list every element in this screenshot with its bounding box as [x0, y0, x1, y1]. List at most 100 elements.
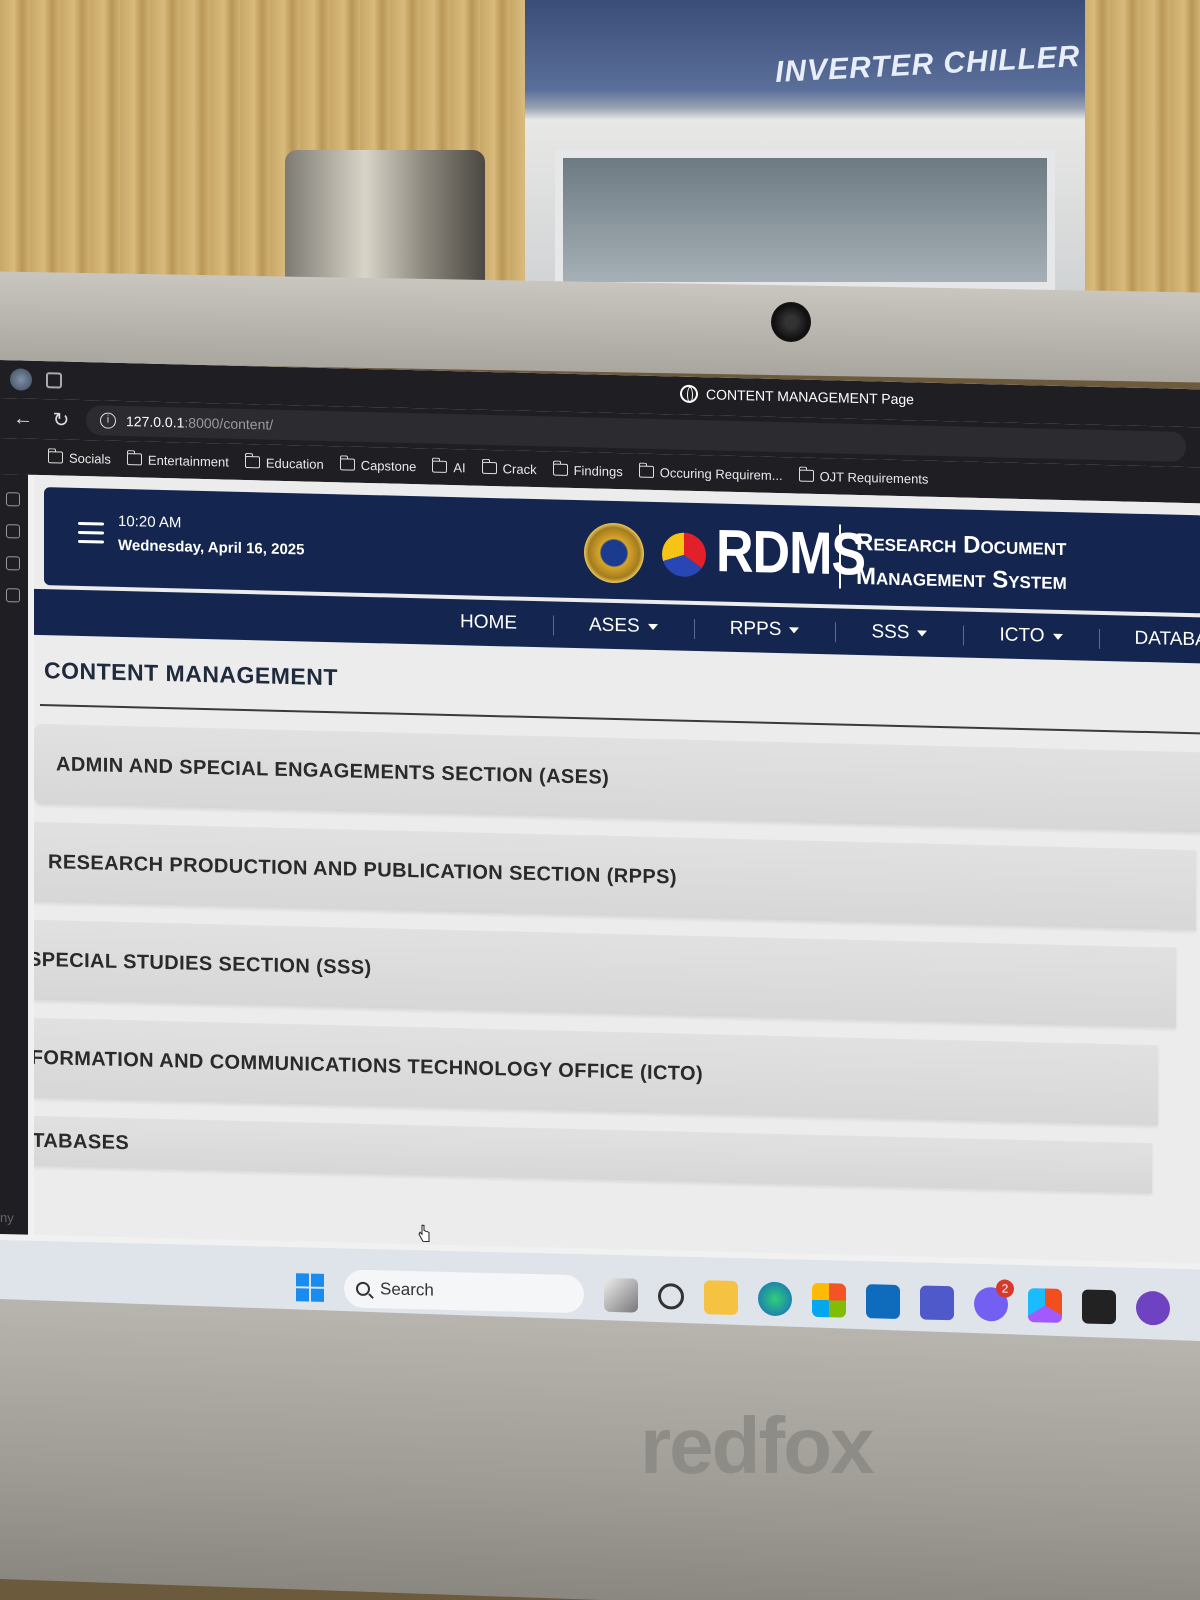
notification-badge: 2 [996, 1279, 1014, 1298]
bookmark-label: OJT Requirements [819, 468, 929, 487]
file-explorer-icon[interactable] [704, 1280, 738, 1316]
sidebar-web-icon[interactable] [6, 588, 20, 603]
nav-label: ASES [589, 614, 640, 637]
sidebar-history-icon[interactable] [6, 524, 20, 539]
url-path: :8000/content/ [184, 414, 274, 433]
system-name-line1: Research Document [856, 528, 1067, 562]
workspaces-icon[interactable] [46, 372, 62, 389]
browser-sidebar [0, 474, 28, 1235]
bookmark-label: Occuring Requirem... [659, 464, 783, 483]
box-app-icon[interactable] [1082, 1289, 1116, 1325]
browser-profile-icon[interactable] [10, 368, 32, 391]
section-label: SPECIAL STUDIES SECTION (SSS) [34, 948, 372, 979]
tab-title: CONTENT MANAGEMENT Page [706, 386, 914, 408]
chiller-label: INVERTER CHILLER [774, 40, 1082, 89]
header-divider [839, 524, 841, 589]
search-icon [356, 1281, 370, 1297]
nav-label: ICTO [999, 624, 1045, 647]
nav-home[interactable]: HOME [424, 610, 553, 635]
nav-databases[interactable]: DATABAS [1099, 627, 1200, 653]
nav-label: SSS [871, 621, 910, 644]
folder-icon [48, 451, 63, 464]
back-arrow-icon[interactable]: ← [10, 407, 36, 431]
nav-ases[interactable]: ASES [553, 614, 694, 639]
nav-label: DATABAS [1134, 627, 1200, 651]
laptop-bezel-bottom [0, 1299, 1200, 1600]
folder-icon [638, 465, 654, 478]
windows-start-icon[interactable] [296, 1273, 324, 1302]
bookmark-folder[interactable]: AI [432, 459, 466, 475]
sidebar-extension-icon[interactable] [6, 556, 20, 571]
bookmark-folder[interactable]: Entertainment [126, 452, 229, 470]
section-label: INFORMATION AND COMMUNICATIONS TECHNOLOG… [34, 1045, 704, 1085]
section-card-ases[interactable]: ADMIN AND SPECIAL ENGAGEMENTS SECTION (A… [34, 723, 1200, 833]
bookmark-folder[interactable]: Crack [481, 460, 537, 477]
bookmark-folder[interactable]: Education [244, 454, 324, 472]
search-placeholder: Search [380, 1279, 434, 1300]
caret-down-icon [647, 623, 658, 631]
bookmark-folder[interactable]: Socials [48, 450, 111, 467]
sidebar-status-text: ny [0, 1210, 14, 1226]
bookmark-label: Findings [573, 462, 623, 479]
bookmark-label: Capstone [360, 457, 417, 474]
url-host: 127.0.0.1 [126, 413, 185, 431]
task-view-icon[interactable] [604, 1277, 638, 1313]
bookmark-label: AI [453, 459, 466, 475]
caret-down-icon [1052, 633, 1063, 640]
nav-icto[interactable]: ICTO [963, 624, 1098, 649]
folder-icon [126, 453, 142, 466]
webcam-icon [771, 302, 811, 342]
page-title: CONTENT MANAGEMENT [44, 657, 338, 691]
github-icon[interactable] [1136, 1290, 1170, 1326]
bookmark-folder[interactable]: Findings [552, 462, 623, 479]
nav-rpps[interactable]: RPPS [694, 617, 836, 642]
edge-browser-icon[interactable] [758, 1281, 792, 1317]
chiller-glass-door [555, 150, 1055, 290]
folder-icon [481, 461, 497, 475]
bookmark-label: Socials [69, 450, 111, 467]
section-label: DATABASES [34, 1129, 130, 1155]
reload-icon[interactable]: ↻ [48, 407, 74, 433]
section-card-rpps[interactable]: RESEARCH PRODUCTION AND PUBLICATION SECT… [34, 821, 1196, 931]
folder-icon [798, 469, 814, 482]
taskbar-search[interactable]: Search [344, 1269, 584, 1314]
bookmark-folder[interactable]: Capstone [339, 457, 417, 474]
store-icon[interactable] [812, 1282, 846, 1318]
philippine-flag-logo [662, 532, 706, 578]
bookmark-folder[interactable]: OJT Requirements [798, 468, 929, 487]
teams-icon[interactable] [920, 1285, 954, 1321]
bookmark-label: Crack [502, 460, 537, 477]
section-label: RESEARCH PRODUCTION AND PUBLICATION SECT… [48, 850, 677, 889]
sidebar-tab-icon[interactable] [6, 492, 20, 507]
web-page: 10:20 AM Wednesday, April 16, 2025 RDMS … [34, 474, 1200, 1264]
section-card-databases[interactable]: DATABASES [34, 1114, 1152, 1194]
caret-down-icon [917, 630, 928, 637]
folder-icon [244, 455, 260, 469]
site-info-icon[interactable]: i [100, 412, 116, 429]
bookmark-label: Entertainment [147, 452, 229, 470]
system-name-line2: Management System [856, 562, 1067, 596]
folder-icon [552, 463, 568, 476]
header-date: Wednesday, April 16, 2025 [118, 536, 305, 559]
folder-icon [432, 460, 448, 473]
hamburger-menu-icon[interactable] [78, 521, 104, 550]
outlook-icon[interactable] [866, 1284, 900, 1319]
widgets-icon[interactable] [658, 1283, 684, 1310]
figma-icon[interactable] [1028, 1288, 1062, 1323]
globe-icon [680, 384, 698, 404]
active-tab[interactable]: CONTENT MANAGEMENT Page [680, 384, 914, 409]
section-card-sss[interactable]: SPECIAL STUDIES SECTION (SSS) [34, 919, 1176, 1028]
section-card-icto[interactable]: INFORMATION AND COMMUNICATIONS TECHNOLOG… [34, 1016, 1158, 1126]
bookmark-folder[interactable]: Occuring Requirem... [638, 464, 783, 483]
section-label: ADMIN AND SPECIAL ENGAGEMENTS SECTION (A… [56, 752, 610, 789]
nav-sss[interactable]: SSS [835, 620, 963, 645]
caret-down-icon [789, 627, 800, 634]
nav-label: HOME [460, 611, 517, 634]
viber-icon[interactable]: 2 [974, 1279, 1014, 1322]
bookmark-label: Education [265, 454, 324, 472]
chiller-appliance: INVERTER CHILLER [525, 0, 1085, 300]
agency-seal-logo [584, 522, 644, 584]
hand-cursor-icon [418, 1224, 430, 1242]
folder-icon [339, 458, 355, 471]
laptop-brand-logo: redfox [640, 1401, 874, 1490]
